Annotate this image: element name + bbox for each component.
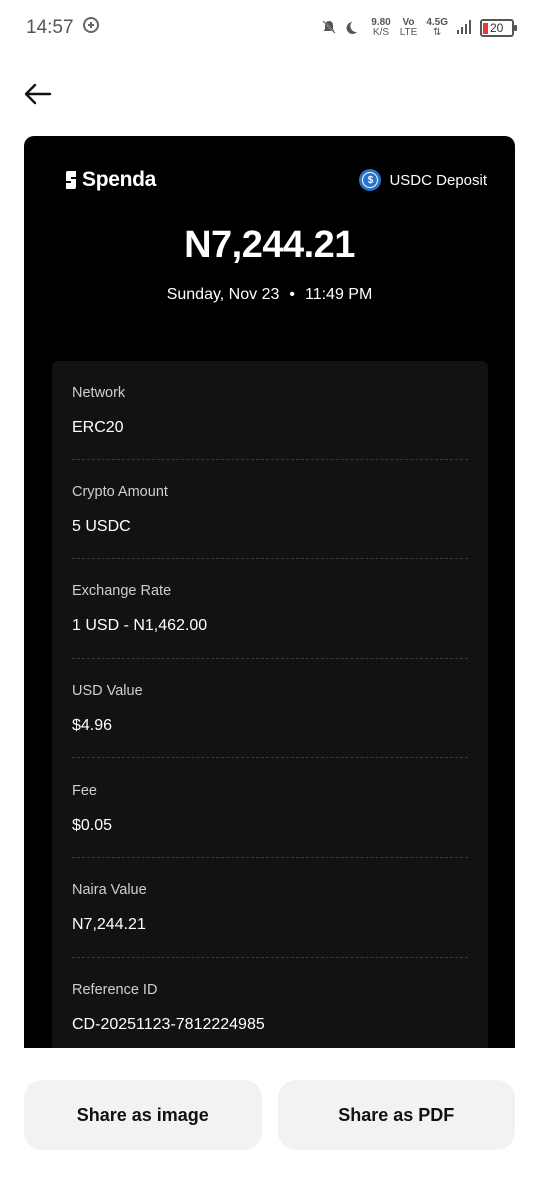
network-type: 4.5G ⇅: [426, 18, 448, 38]
detail-value: 5 USDC: [72, 518, 131, 535]
moon-icon: [346, 19, 362, 38]
mute-bell-icon: [321, 19, 337, 38]
detail-label: Reference ID: [72, 982, 158, 998]
spenda-logo-icon: [65, 171, 76, 189]
separator-dot: •: [289, 286, 295, 303]
transaction-type-label: USDC Deposit: [389, 171, 487, 189]
detail-row-fee: Fee $0.05: [72, 783, 468, 835]
detail-value: $4.96: [72, 717, 113, 734]
detail-label: Naira Value: [72, 882, 147, 898]
brand-logo: Spenda: [64, 168, 156, 192]
speed-unit: K/S: [372, 27, 390, 38]
share-as-image-button[interactable]: Share as image: [24, 1080, 262, 1150]
detail-row-exchange-rate: Exchange Rate 1 USD - N1,462.00: [72, 583, 468, 635]
battery-level: 20: [490, 21, 504, 35]
battery-icon: 20: [480, 19, 517, 37]
usdc-coin-icon: $: [359, 169, 382, 191]
data-arrows-icon: ⇅: [432, 27, 442, 38]
back-button[interactable]: [24, 80, 56, 108]
transaction-time: 11:49 PM: [304, 286, 373, 303]
detail-row-network: Network ERC20: [72, 385, 468, 437]
network-speed: 9.80 K/S: [371, 18, 390, 38]
status-bar: 14:57 9.80 K/S Vo LTE 4.5G ⇅ 20: [0, 0, 540, 56]
status-left: 14:57: [26, 16, 100, 40]
detail-value: N7,244.21: [72, 916, 146, 933]
detail-row-naira-value: Naira Value N7,244.21: [72, 882, 468, 934]
detail-row-usd-value: USD Value $4.96: [72, 683, 468, 735]
transaction-type-tag: $ USDC Deposit: [359, 169, 487, 191]
detail-label: Crypto Amount: [72, 484, 168, 500]
detail-label: Network: [72, 385, 126, 401]
detail-value: ERC20: [72, 419, 124, 436]
detail-value: $0.05: [72, 817, 113, 834]
signal-icon: [457, 19, 471, 37]
details-panel: Network ERC20 Crypto Amount 5 USDC Excha…: [52, 361, 488, 1048]
divider: [72, 757, 468, 758]
divider: [72, 558, 468, 559]
divider: [72, 658, 468, 659]
receipt-card: Spenda $ USDC Deposit N7,244.21 Sunday, …: [24, 136, 515, 1048]
transaction-amount: N7,244.21: [184, 224, 355, 266]
receipt-header: Spenda $ USDC Deposit: [64, 168, 487, 192]
battery-fill: [483, 22, 488, 34]
status-time: 14:57: [26, 17, 74, 38]
divider: [72, 857, 468, 858]
share-as-pdf-button[interactable]: Share as PDF: [277, 1080, 515, 1150]
detail-label: Fee: [72, 783, 97, 799]
detail-label: USD Value: [72, 683, 143, 699]
detail-value: 1 USD - N1,462.00: [72, 617, 208, 634]
detail-value[interactable]: CD-20251123-7812224985: [72, 1016, 468, 1034]
detail-row-reference-id: Reference ID CD-20251123-7812224985: [72, 982, 468, 1034]
detail-label: Exchange Rate: [72, 583, 172, 599]
divider: [72, 957, 468, 958]
detail-row-crypto-amount: Crypto Amount 5 USDC: [72, 484, 468, 536]
lte-label: LTE: [399, 27, 418, 38]
divider: [72, 459, 468, 460]
transaction-date: Sunday, Nov 23: [166, 286, 280, 303]
transaction-datetime: Sunday, Nov 23 • 11:49 PM: [24, 286, 515, 304]
brand-name: Spenda: [82, 168, 157, 191]
status-right: 9.80 K/S Vo LTE 4.5G ⇅ 20: [321, 18, 517, 38]
share-actions: Share as image Share as PDF: [24, 1080, 515, 1150]
arrow-left-icon: [24, 83, 52, 105]
volte-indicator: Vo LTE: [400, 18, 418, 38]
app-notification-icon: [82, 16, 100, 40]
